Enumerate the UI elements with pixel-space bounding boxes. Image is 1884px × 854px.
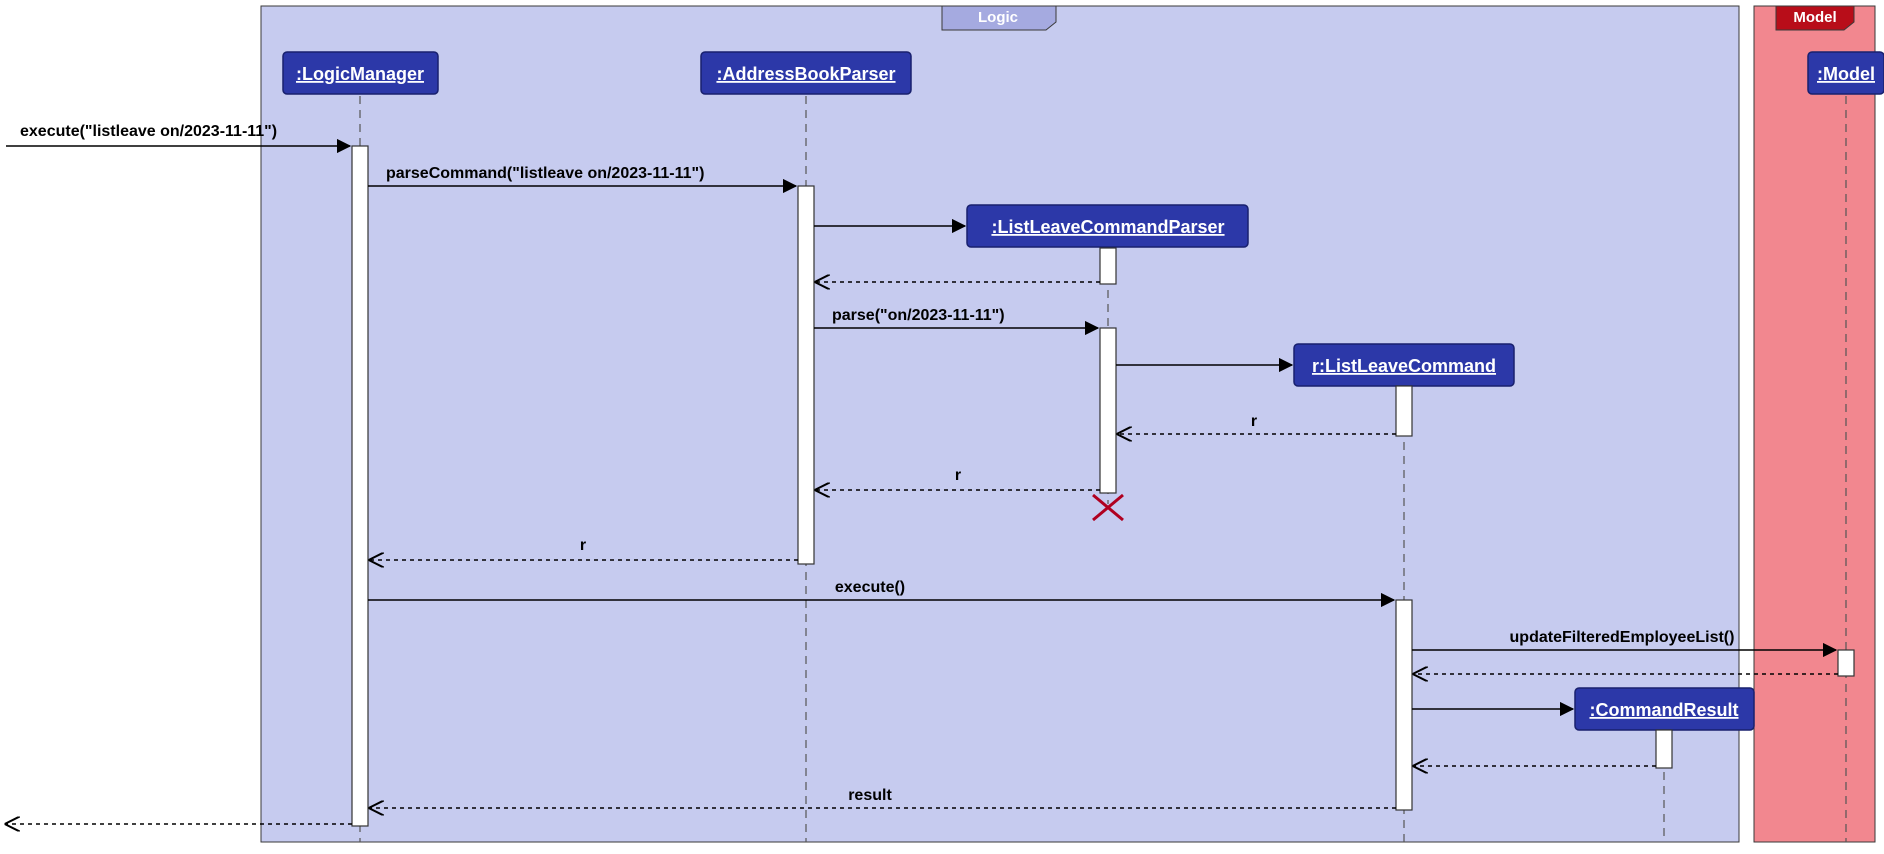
participant-listleavecommand: r:ListLeaveCommand <box>1294 344 1514 386</box>
activation-listleavecommandparser-1 <box>1100 248 1116 284</box>
frame-model <box>1754 6 1875 842</box>
frame-logic <box>261 6 1739 842</box>
activation-model <box>1838 650 1854 676</box>
svg-text::AddressBookParser: :AddressBookParser <box>716 64 895 84</box>
msg-r2: r <box>955 467 961 484</box>
msg-execute-in: execute("listleave on/2023-11-11") <box>20 123 277 140</box>
msg-r1: r <box>1251 413 1257 430</box>
participant-listleavecommandparser: :ListLeaveCommandParser <box>967 205 1248 247</box>
msg-updatefilteredlist: updateFilteredEmployeeList() <box>1510 629 1735 646</box>
participant-addressbookparser: :AddressBookParser <box>701 52 911 94</box>
participant-model: :Model <box>1808 52 1884 94</box>
sequence-diagram: Logic Model :LogicManager :AddressBookPa… <box>0 0 1884 854</box>
activation-listleavecommand-1 <box>1396 386 1412 436</box>
activation-commandresult <box>1656 730 1672 768</box>
msg-parsecommand: parseCommand("listleave on/2023-11-11") <box>386 165 704 182</box>
svg-text::CommandResult: :CommandResult <box>1589 700 1738 720</box>
msg-execute: execute() <box>835 579 905 596</box>
msg-result: result <box>848 787 892 804</box>
participant-commandresult: :CommandResult <box>1575 688 1754 730</box>
activation-listleavecommandparser-2 <box>1100 328 1116 493</box>
activation-listleavecommand-2 <box>1396 600 1412 810</box>
activation-logicmanager <box>352 146 368 826</box>
svg-text:r:ListLeaveCommand: r:ListLeaveCommand <box>1312 356 1496 376</box>
participant-logicmanager: :LogicManager <box>283 52 438 94</box>
msg-r3: r <box>580 537 586 554</box>
activation-addressbookparser <box>798 186 814 564</box>
frame-model-title: Model <box>1793 9 1836 26</box>
svg-text::Model: :Model <box>1817 64 1875 84</box>
frame-logic-title: Logic <box>978 9 1018 26</box>
svg-text::LogicManager: :LogicManager <box>296 64 424 84</box>
msg-parse: parse("on/2023-11-11") <box>832 307 1005 324</box>
svg-text::ListLeaveCommandParser: :ListLeaveCommandParser <box>991 217 1224 237</box>
